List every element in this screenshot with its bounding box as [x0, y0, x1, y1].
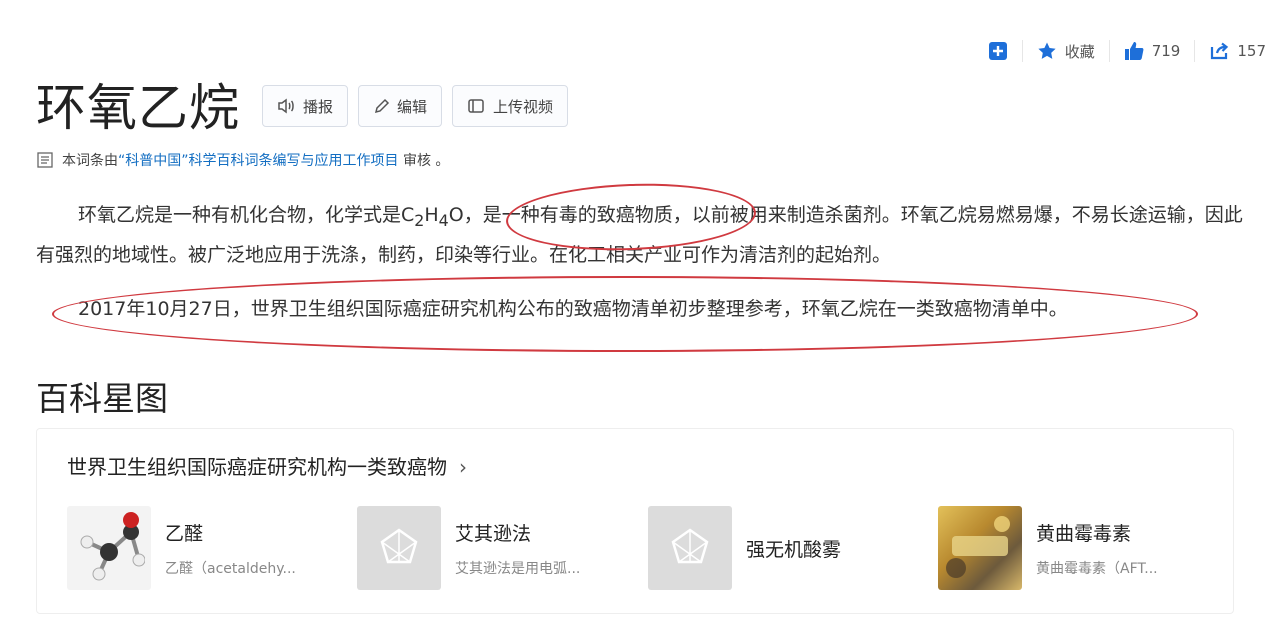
summary-text-a: 环氧乙烷是一种有机化合物，化学式是C: [78, 204, 415, 226]
upload-video-button[interactable]: 上传视频: [452, 85, 569, 127]
review-project-link[interactable]: “科普中国”科学百科词条编写与应用工作项目: [118, 153, 399, 169]
starmap-item[interactable]: 强无机酸雾: [648, 505, 918, 591]
chevron-right-icon: ›: [459, 455, 467, 479]
page-title: 环氧乙烷: [36, 79, 240, 137]
thumbs-up-icon: [1124, 41, 1144, 61]
like-button[interactable]: 719: [1124, 41, 1181, 61]
starmap-item[interactable]: 乙醛 乙醛（acetaldehy...: [67, 505, 337, 591]
pentagon-icon: [671, 528, 709, 564]
placeholder-image: [357, 506, 441, 590]
document-icon: [36, 151, 54, 169]
review-notice: 本词条由“科普中国”科学百科词条编写与应用工作项目 审核 。: [36, 150, 449, 170]
upload-video-label: 上传视频: [493, 97, 554, 116]
broadcast-button[interactable]: 播报: [262, 85, 349, 127]
starmap-item-name: 乙醛: [165, 522, 204, 545]
title-actions: 播报 编辑 上传视频: [262, 85, 569, 127]
pencil-icon: [373, 97, 391, 115]
aflatoxin-photo: [938, 506, 1022, 590]
star-icon: [1037, 41, 1057, 61]
placeholder-image: [648, 506, 732, 590]
starmap-item-desc: 乙醛（acetaldehy...: [165, 560, 296, 577]
starmap-item-name: 黄曲霉毒素: [1036, 522, 1132, 545]
plus-square-icon[interactable]: [988, 41, 1008, 61]
starmap-card-title-text: 世界卫生组织国际癌症研究机构一类致癌物: [67, 455, 447, 479]
speaker-icon: [277, 97, 297, 115]
molecule-image: [67, 506, 151, 590]
page-toolbar: 收藏 719 157: [988, 40, 1266, 62]
review-prefix: 本词条由: [62, 153, 118, 169]
starmap-item-name: 艾其逊法: [455, 522, 532, 545]
divider: [1108, 40, 1110, 62]
starmap-item[interactable]: 艾其逊法 艾其逊法是用电弧...: [357, 505, 627, 591]
collect-label: 收藏: [1064, 42, 1095, 61]
share-button[interactable]: 157: [1209, 41, 1266, 61]
collect-button[interactable]: 收藏: [1037, 41, 1095, 62]
like-count: 719: [1151, 42, 1181, 60]
starmap-item-desc: 黄曲霉毒素（AFT...: [1036, 560, 1158, 577]
section-title: 百科星图: [36, 379, 168, 418]
starmap-card: 世界卫生组织国际癌症研究机构一类致癌物 › 乙醛 乙醛（acetaldehy...: [36, 428, 1234, 614]
share-icon: [1209, 41, 1229, 61]
edit-label: 编辑: [397, 97, 428, 116]
starmap-card-title[interactable]: 世界卫生组织国际癌症研究机构一类致癌物 ›: [67, 451, 467, 480]
summary-text-b: H: [424, 204, 439, 226]
divider: [1021, 40, 1023, 62]
formula-sub-4: 4: [438, 210, 449, 230]
starmap-item-desc: 艾其逊法是用电弧...: [455, 560, 581, 577]
annotation-circle-who-list: [52, 276, 1198, 352]
title-row: 环氧乙烷 播报 编辑 上传视频: [36, 68, 569, 140]
divider: [1194, 40, 1196, 62]
formula-sub-2: 2: [414, 210, 425, 230]
edit-button[interactable]: 编辑: [358, 85, 443, 127]
starmap-item[interactable]: 黄曲霉毒素 黄曲霉毒素（AFT...: [938, 505, 1208, 591]
broadcast-label: 播报: [303, 97, 334, 116]
review-suffix: 审核 。: [398, 153, 450, 169]
video-icon: [467, 97, 487, 115]
starmap-item-name: 强无机酸雾: [746, 538, 842, 561]
share-count: 157: [1237, 42, 1266, 60]
pentagon-icon: [380, 528, 418, 564]
